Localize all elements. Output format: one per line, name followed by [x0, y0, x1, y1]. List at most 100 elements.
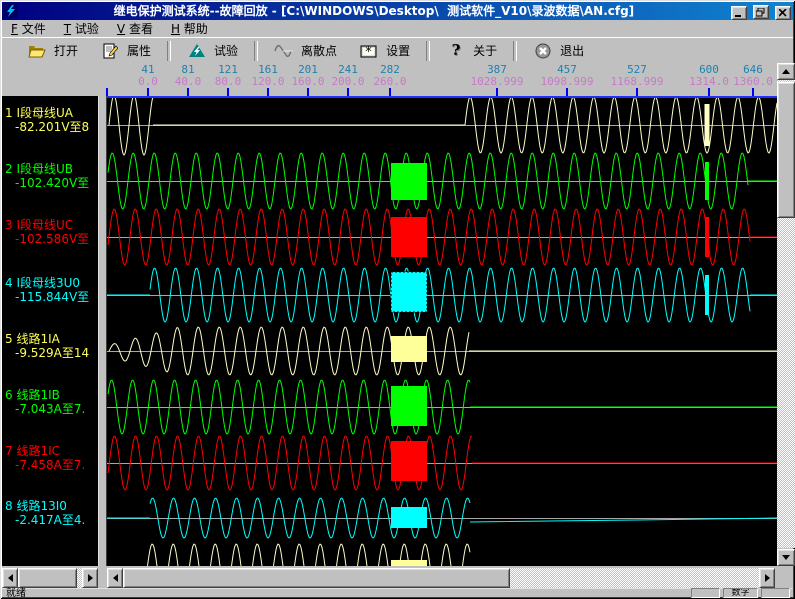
- close-button[interactable]: [775, 6, 791, 20]
- channel-name: 4 Ⅰ段母线3U0: [5, 276, 98, 290]
- arrow-left-icon: [4, 574, 13, 582]
- menu-item-help[interactable]: H 帮助: [162, 19, 217, 38]
- arrow-up-icon: [782, 65, 790, 74]
- discrete-points-button[interactable]: 离散点: [263, 40, 348, 61]
- run-test-button[interactable]: 试验: [176, 40, 249, 61]
- marker-channel-7: [391, 441, 427, 481]
- channel-label-5[interactable]: 5 线路1IA-9.529A至14: [5, 332, 98, 360]
- settings-folder-icon: *: [359, 43, 379, 59]
- properties-button[interactable]: 属性: [89, 40, 162, 61]
- waveform-channel-3: [108, 209, 777, 265]
- exit-button[interactable]: 退出: [522, 40, 595, 61]
- channel-range: -9.529A至14: [5, 346, 98, 360]
- window-title: 继电保护测试系统--故障回放 - [C:\WINDOWS\Desktop\ 测试…: [20, 2, 728, 20]
- restore-button[interactable]: [753, 5, 769, 19]
- waveform-view[interactable]: [107, 96, 777, 566]
- time-ms-value: 260.0: [356, 76, 424, 88]
- minimize-button[interactable]: [731, 6, 747, 20]
- panel-splitter[interactable]: [98, 96, 107, 566]
- channel-label-1[interactable]: 1 Ⅰ段母线UA-82.201V至8: [5, 106, 98, 134]
- label-scrollbar-thumb[interactable]: [18, 568, 77, 588]
- arrow-right-icon: [88, 574, 97, 582]
- marker-channel-2: [391, 163, 427, 200]
- vertical-scrollbar-thumb[interactable]: [777, 82, 795, 218]
- svg-text:?: ?: [452, 43, 461, 59]
- menu-item-file[interactable]: F 文件: [2, 19, 55, 38]
- status-bar: 就绪 数字: [2, 588, 793, 599]
- channel-name: 6 线路1IB: [5, 388, 98, 402]
- open-button[interactable]: 打开: [16, 40, 89, 61]
- app-icon[interactable]: [4, 4, 18, 18]
- toolbar-separator: [254, 41, 258, 61]
- app-window: 继电保护测试系统--故障回放 - [C:\WINDOWS\Desktop\ 测试…: [0, 0, 795, 599]
- timeline-ruler[interactable]: 410.08140.012180.0161120.0201160.0241200…: [2, 63, 777, 96]
- marker-channel-6: [391, 386, 427, 426]
- status-panel: [691, 588, 720, 598]
- label-scroll-left-button[interactable]: [2, 568, 18, 588]
- channel-label-3[interactable]: 3 Ⅰ段母线UC-102.586V至: [5, 218, 98, 246]
- channel-label-panel: 1 Ⅰ段母线UA-82.201V至8 2 Ⅰ段母线UB-102.420V至 3 Ⅰ段…: [2, 96, 98, 566]
- sine-wave-icon: [274, 43, 294, 59]
- toolbar: 打开 属性 试验 离散点 *设置?? 关于 退出: [2, 37, 793, 63]
- time-ms-value: 1098.999: [533, 76, 601, 88]
- scroll-up-button[interactable]: [777, 63, 795, 80]
- channel-range: -102.586V至: [5, 232, 98, 246]
- channel-range: -82.201V至8: [5, 120, 98, 134]
- document-pen-icon: [100, 43, 120, 59]
- toolbar-separator: [426, 41, 430, 61]
- waveform-scroll-right-button[interactable]: [759, 568, 775, 588]
- channel-range: -102.420V至: [5, 176, 98, 190]
- ruler-tick: [267, 88, 269, 96]
- waveform-scrollbar-thumb[interactable]: [123, 568, 510, 588]
- label-scroll-right-button[interactable]: [82, 568, 98, 588]
- ruler-separator-line: [107, 96, 777, 98]
- discrete-points-label: 离散点: [301, 42, 337, 59]
- open-label: 打开: [54, 42, 78, 59]
- menu-item-test[interactable]: T 试验: [55, 19, 108, 38]
- channel-label-7[interactable]: 7 线路1IC-7.458A至7.: [5, 444, 98, 472]
- settings-button[interactable]: *设置: [348, 40, 421, 61]
- ruler-tick: [496, 88, 498, 96]
- toolbar-separator: [167, 41, 171, 61]
- ruler-tick: [708, 88, 710, 96]
- waveform-scroll-left-button[interactable]: [107, 568, 123, 588]
- menu-item-view[interactable]: V 查看: [108, 19, 162, 38]
- marker-channel-4: [391, 272, 427, 312]
- lightning-triangle-icon: [187, 43, 207, 59]
- cursor-channel-4: [705, 275, 709, 315]
- waveform-scrollbar: [107, 568, 775, 588]
- ruler-tick: [187, 88, 189, 96]
- channel-label-4[interactable]: 4 Ⅰ段母线3U0-115.844V至: [5, 276, 98, 304]
- vertical-scrollbar: [777, 63, 795, 566]
- exit-label: 退出: [560, 42, 584, 59]
- channel-label-2[interactable]: 2 Ⅰ段母线UB-102.420V至: [5, 162, 98, 190]
- window-controls: [730, 2, 791, 21]
- ruler-tick: [347, 88, 349, 96]
- marker-channel-3: [391, 217, 427, 257]
- channel-label-6[interactable]: 6 线路1IB-7.043A至7.: [5, 388, 98, 416]
- about-button[interactable]: ?? 关于: [435, 40, 508, 61]
- ruler-tick: [147, 88, 149, 96]
- cursor-channel-1: [705, 104, 710, 146]
- status-panel-数字: 数字: [723, 588, 758, 598]
- menu-bar: F 文件T 试验V 查看H 帮助: [2, 20, 793, 37]
- marker-channel-9: [391, 560, 427, 566]
- channel-name: 2 Ⅰ段母线UB: [5, 162, 98, 176]
- ruler-label: 282260.0: [356, 64, 424, 88]
- question-mark-icon: ??: [446, 43, 466, 59]
- channel-name: 3 Ⅰ段母线UC: [5, 218, 98, 232]
- properties-label: 属性: [127, 42, 151, 59]
- channel-name: 7 线路1IC: [5, 444, 98, 458]
- svg-text:*: *: [365, 45, 372, 59]
- channel-label-8[interactable]: 8 线路13I0-2.417A至4.: [5, 499, 98, 527]
- ruler-label: 4571098.999: [533, 64, 601, 88]
- status-ready-text: 就绪: [2, 589, 691, 599]
- about-label: 关于: [473, 42, 497, 59]
- run-test-label: 试验: [214, 42, 238, 59]
- status-panels: 数字: [691, 588, 793, 599]
- cursor-channel-2: [705, 162, 709, 200]
- close-circle-icon: [533, 43, 553, 59]
- scroll-down-button[interactable]: [777, 549, 795, 566]
- time-ms-value: 1028.999: [463, 76, 531, 88]
- marker-channel-5: [391, 336, 427, 362]
